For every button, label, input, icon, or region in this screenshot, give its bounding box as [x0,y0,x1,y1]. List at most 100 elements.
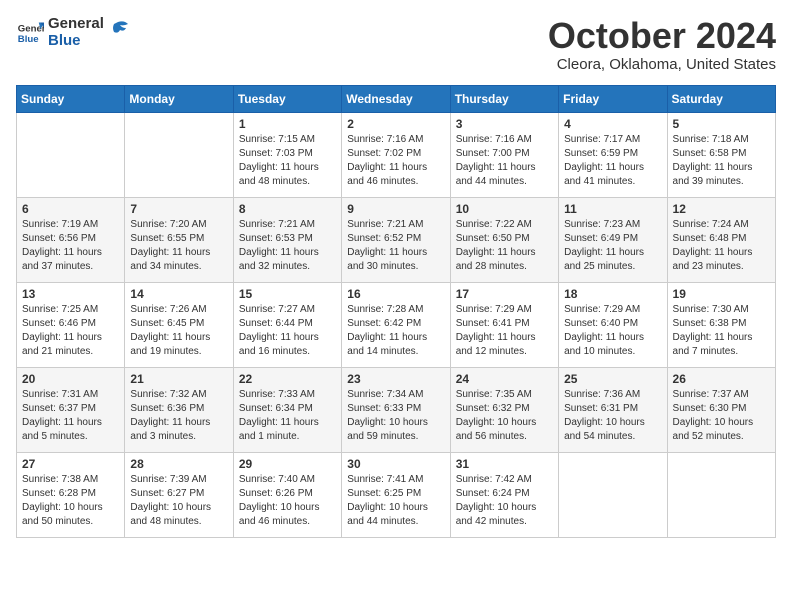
calendar-cell: 19 Sunrise: 7:30 AM Sunset: 6:38 PM Dayli… [667,282,775,367]
page-header: General Blue General Blue October 2024 C… [16,16,776,73]
day-content: Sunrise: 7:42 AM Sunset: 6:24 PM Dayligh… [456,473,553,529]
calendar-cell: 10Sunrise: 7:22 AM Sunset: 6:50 PM Dayli… [450,197,558,282]
day-number: 13 [22,287,119,301]
header-wednesday: Wednesday [342,85,450,112]
day-content: Sunrise: 7:24 AM Sunset: 6:48 PM Dayligh… [673,218,770,274]
calendar-table: SundayMondayTuesdayWednesdayThursdayFrid… [16,85,776,538]
day-content: Sunrise: 7:27 AM Sunset: 6:44 PM Dayligh… [239,303,336,359]
calendar-week-row: 27 Sunrise: 7:38 AM Sunset: 6:28 PM Dayli… [17,452,776,537]
day-content: Sunrise: 7:36 AM Sunset: 6:31 PM Dayligh… [564,388,661,444]
calendar-cell: 14 Sunrise: 7:26 AM Sunset: 6:45 PM Dayli… [125,282,233,367]
day-number: 16 [347,287,444,301]
day-number: 10 [456,202,553,216]
day-number: 29 [239,457,336,471]
calendar-cell: 28Sunrise: 7:39 AM Sunset: 6:27 PM Dayli… [125,452,233,537]
calendar-cell: 31 Sunrise: 7:42 AM Sunset: 6:24 PM Dayli… [450,452,558,537]
month-year-title: October 2024 [548,16,776,56]
calendar-cell: 11Sunrise: 7:23 AM Sunset: 6:49 PM Dayli… [559,197,667,282]
day-content: Sunrise: 7:41 AM Sunset: 6:25 PM Dayligh… [347,473,444,529]
day-number: 5 [673,117,770,131]
day-content: Sunrise: 7:16 AM Sunset: 7:02 PM Dayligh… [347,133,444,189]
day-content: Sunrise: 7:20 AM Sunset: 6:55 PM Dayligh… [130,218,227,274]
calendar-cell: 6Sunrise: 7:19 AM Sunset: 6:56 PM Daylig… [17,197,125,282]
day-content: Sunrise: 7:34 AM Sunset: 6:33 PM Dayligh… [347,388,444,444]
logo-bird-icon [110,20,128,40]
calendar-cell: 27 Sunrise: 7:38 AM Sunset: 6:28 PM Dayli… [17,452,125,537]
calendar-cell: 2 Sunrise: 7:16 AM Sunset: 7:02 PM Daylig… [342,112,450,197]
day-number: 23 [347,372,444,386]
calendar-header-row: SundayMondayTuesdayWednesdayThursdayFrid… [17,85,776,112]
calendar-cell: 17Sunrise: 7:29 AM Sunset: 6:41 PM Dayli… [450,282,558,367]
calendar-week-row: 6Sunrise: 7:19 AM Sunset: 6:56 PM Daylig… [17,197,776,282]
calendar-cell [125,112,233,197]
day-content: Sunrise: 7:19 AM Sunset: 6:56 PM Dayligh… [22,218,119,274]
day-number: 9 [347,202,444,216]
day-number: 7 [130,202,227,216]
day-content: Sunrise: 7:30 AM Sunset: 6:38 PM Dayligh… [673,303,770,359]
calendar-cell: 21Sunrise: 7:32 AM Sunset: 6:36 PM Dayli… [125,367,233,452]
header-tuesday: Tuesday [233,85,341,112]
day-number: 31 [456,457,553,471]
day-number: 14 [130,287,227,301]
calendar-week-row: 20 Sunrise: 7:31 AM Sunset: 6:37 PM Dayli… [17,367,776,452]
calendar-cell: 13Sunrise: 7:25 AM Sunset: 6:46 PM Dayli… [17,282,125,367]
day-number: 2 [347,117,444,131]
day-number: 26 [673,372,770,386]
calendar-cell: 12 Sunrise: 7:24 AM Sunset: 6:48 PM Dayli… [667,197,775,282]
day-content: Sunrise: 7:40 AM Sunset: 6:26 PM Dayligh… [239,473,336,529]
day-number: 22 [239,372,336,386]
calendar-week-row: 1 Sunrise: 7:15 AM Sunset: 7:03 PM Daylig… [17,112,776,197]
day-number: 12 [673,202,770,216]
day-number: 27 [22,457,119,471]
calendar-cell [559,452,667,537]
calendar-cell: 16Sunrise: 7:28 AM Sunset: 6:42 PM Dayli… [342,282,450,367]
logo: General Blue General Blue [16,16,128,49]
day-number: 15 [239,287,336,301]
day-content: Sunrise: 7:17 AM Sunset: 6:59 PM Dayligh… [564,133,661,189]
calendar-cell: 25 Sunrise: 7:36 AM Sunset: 6:31 PM Dayli… [559,367,667,452]
calendar-cell: 18 Sunrise: 7:29 AM Sunset: 6:40 PM Dayli… [559,282,667,367]
calendar-cell: 30Sunrise: 7:41 AM Sunset: 6:25 PM Dayli… [342,452,450,537]
day-number: 25 [564,372,661,386]
header-saturday: Saturday [667,85,775,112]
day-content: Sunrise: 7:15 AM Sunset: 7:03 PM Dayligh… [239,133,336,189]
calendar-cell [667,452,775,537]
day-content: Sunrise: 7:16 AM Sunset: 7:00 PM Dayligh… [456,133,553,189]
day-content: Sunrise: 7:37 AM Sunset: 6:30 PM Dayligh… [673,388,770,444]
title-area: October 2024 Cleora, Oklahoma, United St… [548,16,776,73]
day-content: Sunrise: 7:35 AM Sunset: 6:32 PM Dayligh… [456,388,553,444]
day-content: Sunrise: 7:21 AM Sunset: 6:52 PM Dayligh… [347,218,444,274]
day-content: Sunrise: 7:21 AM Sunset: 6:53 PM Dayligh… [239,218,336,274]
header-thursday: Thursday [450,85,558,112]
day-number: 4 [564,117,661,131]
day-number: 19 [673,287,770,301]
day-number: 1 [239,117,336,131]
calendar-cell: 9 Sunrise: 7:21 AM Sunset: 6:52 PM Daylig… [342,197,450,282]
header-sunday: Sunday [17,85,125,112]
calendar-cell: 22 Sunrise: 7:33 AM Sunset: 6:34 PM Dayli… [233,367,341,452]
calendar-cell: 23 Sunrise: 7:34 AM Sunset: 6:33 PM Dayli… [342,367,450,452]
calendar-cell: 4 Sunrise: 7:17 AM Sunset: 6:59 PM Daylig… [559,112,667,197]
day-number: 18 [564,287,661,301]
day-content: Sunrise: 7:29 AM Sunset: 6:40 PM Dayligh… [564,303,661,359]
day-number: 20 [22,372,119,386]
calendar-cell: 7 Sunrise: 7:20 AM Sunset: 6:55 PM Daylig… [125,197,233,282]
calendar-cell: 1 Sunrise: 7:15 AM Sunset: 7:03 PM Daylig… [233,112,341,197]
calendar-cell: 8 Sunrise: 7:21 AM Sunset: 6:53 PM Daylig… [233,197,341,282]
logo-icon: General Blue [16,19,44,47]
day-content: Sunrise: 7:23 AM Sunset: 6:49 PM Dayligh… [564,218,661,274]
calendar-cell: 24Sunrise: 7:35 AM Sunset: 6:32 PM Dayli… [450,367,558,452]
day-content: Sunrise: 7:38 AM Sunset: 6:28 PM Dayligh… [22,473,119,529]
day-content: Sunrise: 7:33 AM Sunset: 6:34 PM Dayligh… [239,388,336,444]
logo-general-text: General [48,16,104,33]
logo-blue-text: Blue [48,33,104,50]
day-number: 8 [239,202,336,216]
day-content: Sunrise: 7:31 AM Sunset: 6:37 PM Dayligh… [22,388,119,444]
location-subtitle: Cleora, Oklahoma, United States [548,56,776,73]
calendar-cell: 15 Sunrise: 7:27 AM Sunset: 6:44 PM Dayli… [233,282,341,367]
svg-text:Blue: Blue [18,33,39,44]
calendar-cell: 26 Sunrise: 7:37 AM Sunset: 6:30 PM Dayli… [667,367,775,452]
day-content: Sunrise: 7:26 AM Sunset: 6:45 PM Dayligh… [130,303,227,359]
calendar-cell: 3 Sunrise: 7:16 AM Sunset: 7:00 PM Daylig… [450,112,558,197]
day-number: 3 [456,117,553,131]
